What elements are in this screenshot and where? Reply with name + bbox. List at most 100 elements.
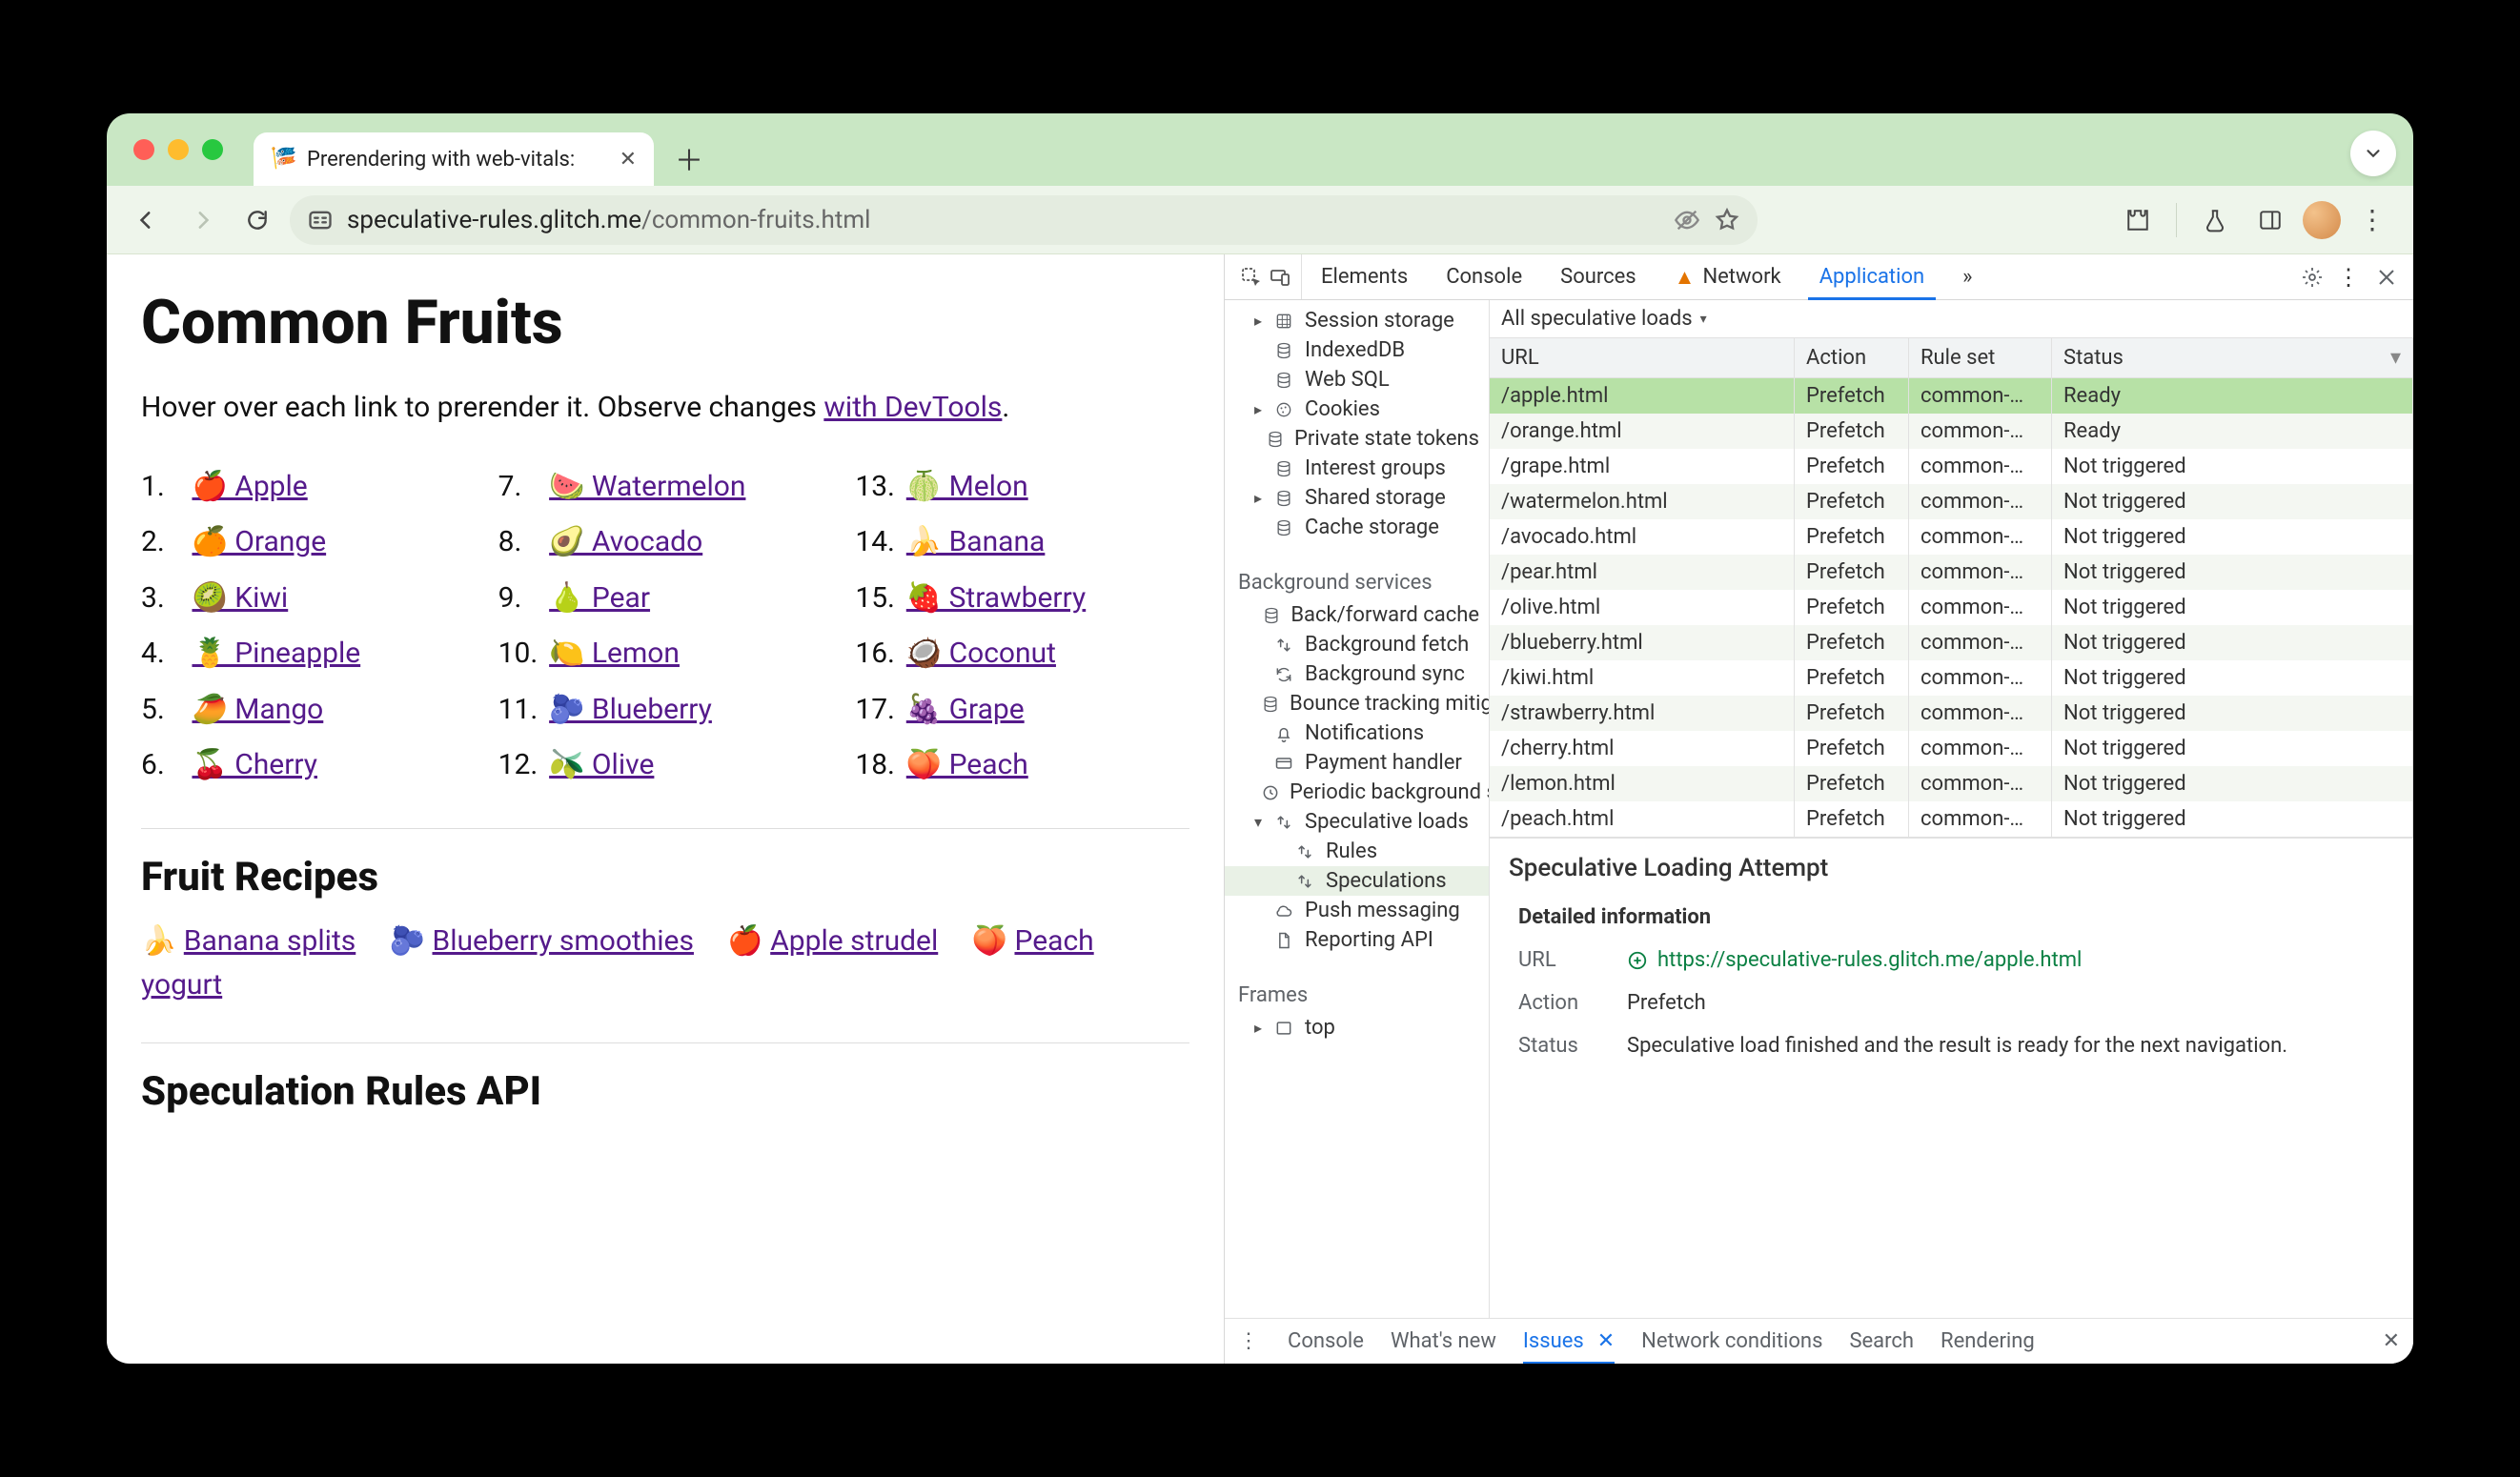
fruit-link[interactable]: 🍈 Melon [906,470,1028,503]
table-cell-status[interactable]: Not triggered [2052,731,2413,766]
fruit-link[interactable]: 🍑 Peach [906,748,1028,781]
sidebar-item-shared-storage[interactable]: ▸Shared storage [1225,483,1489,513]
drawer-tab-rendering[interactable]: Rendering [1941,1329,2035,1353]
table-cell-url[interactable]: /olive.html [1490,590,1795,625]
devtools-tab-sources[interactable]: Sources [1541,254,1656,299]
fruit-link[interactable]: 🍋 Lemon [549,637,680,670]
recipe-link[interactable]: Apple strudel [770,924,938,958]
sidebar-item-private-state-tokens[interactable]: Private state tokens [1225,424,1489,454]
devtools-menu-icon[interactable]: ⋮ [2337,264,2362,291]
table-cell-action[interactable]: Prefetch [1795,555,1909,590]
table-cell-status[interactable]: Not triggered [2052,449,2413,484]
table-cell-url[interactable]: /kiwi.html [1490,660,1795,696]
fruit-link[interactable]: 🍐 Pear [549,581,650,615]
table-cell-url[interactable]: /strawberry.html [1490,696,1795,731]
drawer-tab-console[interactable]: Console [1288,1329,1364,1353]
table-cell-ruleset[interactable]: common-… [1909,378,2052,414]
sidebar-item-session-storage[interactable]: ▸Session storage [1225,306,1489,335]
table-header[interactable]: URL [1490,338,1795,378]
table-cell-url[interactable]: /watermelon.html [1490,484,1795,519]
sidebar-item-cache-storage[interactable]: Cache storage [1225,513,1489,542]
side-panel-button[interactable] [2247,197,2293,243]
table-cell-ruleset[interactable]: common-… [1909,660,2052,696]
table-cell-action[interactable]: Prefetch [1795,590,1909,625]
profile-avatar[interactable] [2303,201,2341,239]
browser-menu-button[interactable]: ⋮ [2350,197,2396,243]
table-cell-status[interactable]: Not triggered [2052,590,2413,625]
sidebar-item-top[interactable]: ▸top [1225,1013,1489,1042]
table-cell-action[interactable]: Prefetch [1795,414,1909,449]
table-cell-ruleset[interactable]: common-… [1909,590,2052,625]
table-cell-url[interactable]: /avocado.html [1490,519,1795,555]
fruit-link[interactable]: 🥭 Mango [192,693,323,726]
fruit-link[interactable]: 🍇 Grape [906,693,1025,726]
fruit-link[interactable]: 🥑 Avocado [549,525,702,558]
detail-url-value[interactable]: https://speculative-rules.glitch.me/appl… [1627,948,2394,972]
table-cell-status[interactable]: Ready [2052,378,2413,414]
site-settings-icon[interactable] [307,207,334,233]
table-cell-url[interactable]: /orange.html [1490,414,1795,449]
sidebar-item-interest-groups[interactable]: Interest groups [1225,454,1489,483]
fruit-link[interactable]: 🥥 Coconut [906,637,1056,670]
fruit-link[interactable]: 🍊 Orange [192,525,326,558]
table-cell-action[interactable]: Prefetch [1795,801,1909,837]
sidebar-item-reporting-api[interactable]: Reporting API [1225,925,1489,955]
minimize-window-button[interactable] [168,139,189,160]
table-header[interactable]: Action [1795,338,1909,378]
table-cell-url[interactable]: /lemon.html [1490,766,1795,801]
tab-close-icon[interactable]: ✕ [620,148,637,172]
omnibox[interactable]: speculative-rules.glitch.me/common-fruit… [290,195,1758,245]
table-cell-ruleset[interactable]: common-… [1909,625,2052,660]
table-cell-status[interactable]: Not triggered [2052,660,2413,696]
table-cell-url[interactable]: /apple.html [1490,378,1795,414]
forward-button[interactable] [179,197,225,243]
fruit-link[interactable]: 🍍 Pineapple [192,637,360,670]
table-cell-ruleset[interactable]: common-… [1909,519,2052,555]
speculation-filter[interactable]: All speculative loads▾ [1490,300,2413,338]
sidebar-item-web-sql[interactable]: Web SQL [1225,365,1489,395]
table-header[interactable]: Rule set [1909,338,2052,378]
table-cell-action[interactable]: Prefetch [1795,660,1909,696]
device-icon[interactable] [1269,266,1291,289]
devtools-tab-console[interactable]: Console [1427,254,1541,299]
fruit-link[interactable]: 🫐 Blueberry [549,693,712,726]
table-cell-status[interactable]: Not triggered [2052,766,2413,801]
sidebar-item-cookies[interactable]: ▸Cookies [1225,395,1489,424]
table-cell-ruleset[interactable]: common-… [1909,414,2052,449]
table-cell-ruleset[interactable]: common-… [1909,555,2052,590]
inspect-icon[interactable] [1240,266,1263,289]
fruit-link[interactable]: 🍌 Banana [906,525,1046,558]
drawer-close-icon[interactable]: ✕ [2383,1329,2400,1353]
drawer-tab-search[interactable]: Search [1849,1329,1914,1353]
table-cell-action[interactable]: Prefetch [1795,484,1909,519]
table-cell-action[interactable]: Prefetch [1795,449,1909,484]
sidebar-item-background-fetch[interactable]: Background fetch [1225,630,1489,659]
devtools-link[interactable]: with DevTools [823,391,1002,424]
new-tab-button[interactable]: ＋ [667,136,711,180]
table-cell-ruleset[interactable]: common-… [1909,484,2052,519]
drawer-tab-issues[interactable]: Issues✕ [1523,1329,1615,1353]
table-cell-status[interactable]: Ready [2052,414,2413,449]
devtools-tab-network[interactable]: ▲ Network [1656,254,1800,299]
sidebar-item-back-forward-cache[interactable]: Back/forward cache [1225,600,1489,630]
table-cell-action[interactable]: Prefetch [1795,378,1909,414]
reload-button[interactable] [234,197,280,243]
sidebar-item-notifications[interactable]: Notifications [1225,718,1489,748]
table-header[interactable]: Status▾ [2052,338,2413,378]
table-cell-ruleset[interactable]: common-… [1909,766,2052,801]
table-cell-status[interactable]: Not triggered [2052,801,2413,837]
close-window-button[interactable] [133,139,154,160]
table-cell-action[interactable]: Prefetch [1795,731,1909,766]
fruit-link[interactable]: 🍒 Cherry [192,748,317,781]
table-cell-ruleset[interactable]: common-… [1909,801,2052,837]
sidebar-item-speculations[interactable]: Speculations [1225,866,1489,896]
table-cell-action[interactable]: Prefetch [1795,625,1909,660]
recipe-link[interactable]: Blueberry smoothies [433,924,694,958]
labs-button[interactable] [2192,197,2238,243]
devtools-more-tabs[interactable]: » [1943,254,1991,299]
sidebar-item-background-sync[interactable]: Background sync [1225,659,1489,689]
gear-icon[interactable] [2301,266,2324,289]
table-cell-status[interactable]: Not triggered [2052,519,2413,555]
table-cell-status[interactable]: Not triggered [2052,696,2413,731]
devtools-tab-elements[interactable]: Elements [1302,254,1427,299]
